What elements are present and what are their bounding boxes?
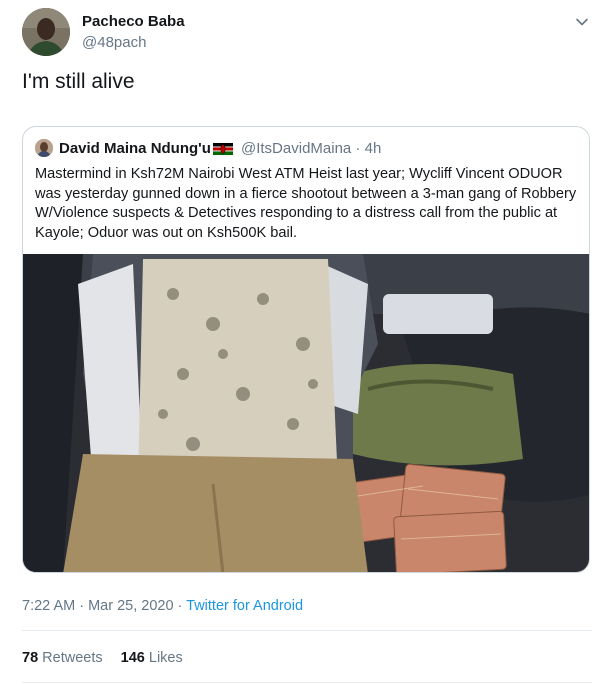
chevron-down-icon[interactable]: [574, 14, 590, 30]
author-name[interactable]: Pacheco Baba: [82, 13, 185, 30]
likes-stat[interactable]: 146 Likes: [121, 650, 183, 666]
quoted-author-handle[interactable]: @ItsDavidMaina · 4h: [241, 140, 381, 157]
quoted-avatar[interactable]: [35, 139, 53, 157]
tweet: Pacheco Baba @48pach I'm still alive Dav…: [0, 0, 613, 685]
likes-label: Likes: [148, 650, 183, 666]
retweets-label: Retweets: [42, 650, 103, 666]
avatar[interactable]: [22, 8, 70, 56]
kenya-flag-icon: [213, 143, 233, 155]
timestamp[interactable]: 7:22 AM · Mar 25, 2020 ·: [22, 598, 186, 614]
tweet-text: I'm still alive: [22, 70, 135, 93]
quoted-media-image[interactable]: [23, 254, 590, 573]
quoted-tweet[interactable]: David Maina Ndung'u @ItsDavidMaina · 4h …: [22, 126, 590, 573]
source-link[interactable]: Twitter for Android: [186, 598, 303, 614]
retweets-stat[interactable]: 78 Retweets: [22, 650, 103, 666]
quoted-text: Mastermind in Ksh72M Nairobi West ATM He…: [35, 166, 577, 241]
author-handle[interactable]: @48pach: [82, 34, 146, 51]
divider: [22, 630, 592, 631]
retweets-count: 78: [22, 650, 39, 666]
tweet-stats: 78 Retweets 146 Likes: [22, 650, 197, 666]
quoted-author-name[interactable]: David Maina Ndung'u: [59, 140, 211, 157]
tweet-meta: 7:22 AM · Mar 25, 2020 · Twitter for And…: [22, 598, 303, 614]
likes-count: 146: [120, 650, 145, 666]
divider: [22, 682, 592, 683]
